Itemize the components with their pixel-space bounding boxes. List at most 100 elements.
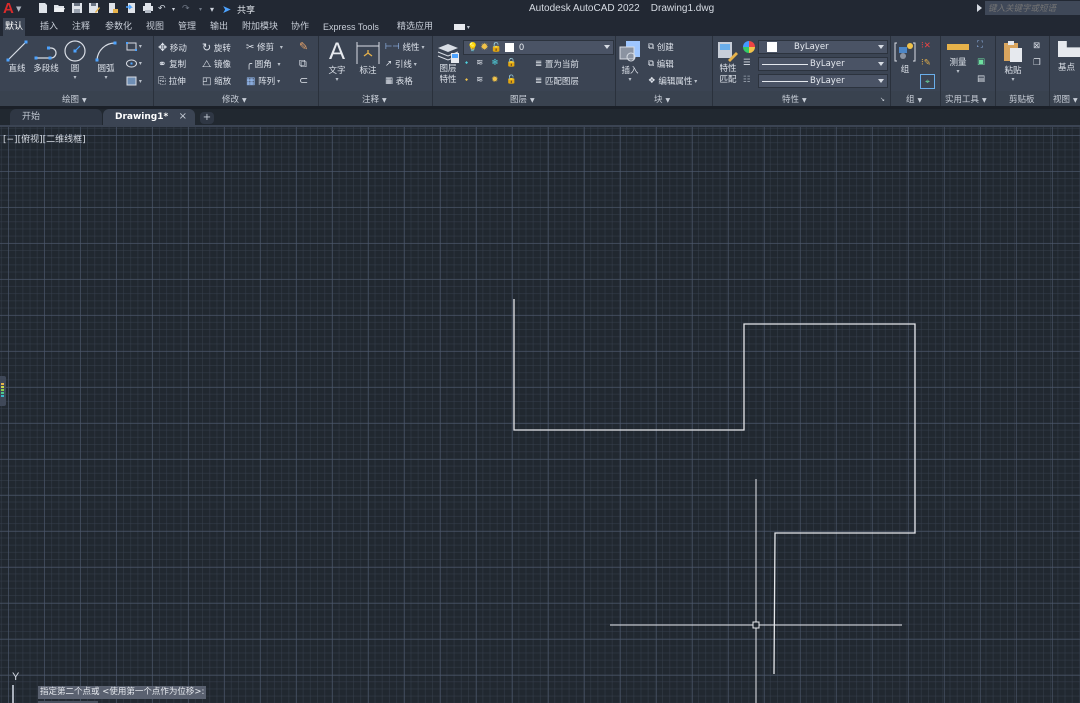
tab-default[interactable]: 默认 <box>3 18 26 36</box>
mirror-button[interactable]: ⧍ 镜像 <box>202 58 231 71</box>
explode-button[interactable]: ⧉ <box>299 57 307 71</box>
match-properties-button[interactable]: 特性 匹配 <box>715 40 741 86</box>
copy-clip-icon[interactable]: ❐ <box>1033 58 1041 68</box>
undo-dropdown-icon[interactable]: ▾ <box>172 1 175 17</box>
arc-dropdown-icon[interactable]: ▾ <box>104 74 107 81</box>
view-panel-label[interactable]: 视图 ▼ <box>1053 93 1078 105</box>
move-button[interactable]: ✥ 移动 <box>158 41 187 54</box>
base-view-button[interactable]: 基点 <box>1058 41 1080 73</box>
ungroup-icon[interactable]: ⁝✕ <box>921 41 931 51</box>
tab-express-tools[interactable]: Express Tools <box>321 18 381 36</box>
customize-quick-access-icon[interactable]: ▾ <box>210 1 214 17</box>
calculator-icon[interactable]: ▤ <box>977 74 985 84</box>
edit-attributes-button[interactable]: ❖ 编辑属性 ▾ <box>648 75 697 87</box>
tab-start[interactable]: 开始 <box>10 109 102 125</box>
line-button[interactable]: 直线 <box>5 40 29 74</box>
groups-panel-label[interactable]: 组 ▼ <box>906 93 922 105</box>
offset-button[interactable]: ⊂ <box>299 74 308 87</box>
color-dropdown[interactable]: ByLayer <box>758 40 888 54</box>
new-icon[interactable] <box>37 2 49 14</box>
text-button[interactable]: A 文字 ▾ <box>326 39 348 83</box>
layer-unisolate-icon[interactable]: ≋ <box>476 75 483 85</box>
cut-icon[interactable]: ⊠ <box>1033 41 1040 51</box>
select-all-icon[interactable]: ▣ <box>977 57 985 67</box>
circle-button[interactable]: 圆 ▾ <box>62 40 88 81</box>
search-expand-icon[interactable] <box>977 4 982 12</box>
layer-on-all-icon[interactable]: ⬩ <box>465 75 468 85</box>
group-selection-toggle[interactable]: ⌖ <box>920 74 935 89</box>
quick-select-icon[interactable]: ⛶ <box>977 40 983 50</box>
layer-properties-button[interactable]: 图层 特性 <box>436 40 460 86</box>
paste-button[interactable]: 粘贴 ▾ <box>1001 40 1025 83</box>
tab-addins[interactable]: 附加模块 <box>240 18 280 36</box>
make-current-button[interactable]: ≣ 置为当前 <box>535 58 579 70</box>
polyline-button[interactable]: 多段线 <box>31 40 61 74</box>
fillet-button[interactable]: ╭ 圆角 ▾ <box>246 58 280 71</box>
insert-dropdown-icon[interactable]: ▾ <box>628 76 631 83</box>
linear-dimension-button[interactable]: ⊢⊣ 线性 ▾ <box>385 41 424 53</box>
save-as-icon[interactable] <box>88 2 100 14</box>
arc-button[interactable]: 圆弧 ▾ <box>93 40 119 81</box>
linetype-dropdown[interactable]: ByLayer <box>758 57 888 71</box>
tab-featured-apps[interactable]: 精选应用 <box>395 18 435 36</box>
paste-dropdown-icon[interactable]: ▾ <box>1011 76 1014 83</box>
group-edit-icon[interactable]: ⁝✎ <box>921 58 931 68</box>
circle-dropdown-icon[interactable]: ▾ <box>73 74 76 81</box>
ellipse-button[interactable]: ▾ <box>126 59 142 68</box>
measure-dropdown-icon[interactable]: ▾ <box>956 68 959 75</box>
tab-drawing1[interactable]: Drawing1* × <box>103 109 195 125</box>
block-panel-label[interactable]: 块 ▼ <box>654 93 670 105</box>
layer-freeze-icon[interactable]: ❄ <box>491 58 498 68</box>
array-button[interactable]: ▦ 阵列 ▾ <box>246 75 280 88</box>
edit-block-button[interactable]: ⧉ 编辑 <box>648 58 674 70</box>
tab-manage[interactable]: 管理 <box>176 18 198 36</box>
group-button[interactable]: 组 <box>893 41 917 75</box>
leader-button[interactable]: ↗ 引线 ▾ <box>385 58 417 70</box>
hatch-button[interactable]: ▾ <box>126 76 142 86</box>
layer-thaw-all-icon[interactable]: ✹ <box>491 75 498 85</box>
new-tab-button[interactable]: + <box>200 112 214 124</box>
app-menu-caret-icon[interactable]: ▼ <box>16 0 21 18</box>
properties-panel-label[interactable]: 特性 ▼ <box>782 93 807 105</box>
tab-parametric[interactable]: 参数化 <box>103 18 134 36</box>
publish-icon[interactable] <box>125 2 137 14</box>
create-block-button[interactable]: ⧉ 创建 <box>648 41 674 53</box>
share-button[interactable]: 共享 <box>237 1 255 17</box>
insert-block-button[interactable]: 插入 ▾ <box>618 40 642 83</box>
utilities-panel-label[interactable]: 实用工具 ▼ <box>945 93 987 105</box>
rotate-button[interactable]: ↻ 旋转 <box>202 41 231 54</box>
modify-panel-label[interactable]: 修改 ▼ <box>222 93 247 105</box>
drawing-canvas[interactable]: [−][俯视][二维线框] Y 指定第二个点或 <使用第一个点作为位移>: <box>0 127 1080 703</box>
tab-collaborate[interactable]: 协作 <box>289 18 311 36</box>
scale-button[interactable]: ◰ 缩放 <box>202 75 231 88</box>
layer-unlock-all-icon[interactable]: 🔓 <box>506 75 517 85</box>
properties-dialog-launcher-icon[interactable]: ↘ <box>880 96 885 103</box>
redo-icon[interactable]: ↷ <box>182 1 190 17</box>
lineweight-dropdown[interactable]: ByLayer <box>758 74 888 88</box>
measure-button[interactable]: 测量 ▾ <box>945 44 971 75</box>
layer-lock-icon[interactable]: 🔒 <box>506 58 517 68</box>
copy-button[interactable]: ⚭ 复制 <box>158 58 186 71</box>
erase-button[interactable]: ✎ <box>299 40 308 53</box>
text-dropdown-icon[interactable]: ▾ <box>335 76 338 83</box>
help-search-input[interactable] <box>985 1 1080 15</box>
trim-button[interactable]: ✂ 修剪 ▾ <box>246 41 283 54</box>
tab-insert[interactable]: 插入 <box>38 18 60 36</box>
polyline-upper[interactable] <box>513 299 916 675</box>
tab-annotate[interactable]: 注释 <box>70 18 92 36</box>
tab-view[interactable]: 视图 <box>144 18 166 36</box>
clipboard-panel-label[interactable]: 剪贴板 <box>1009 93 1035 105</box>
print-icon[interactable] <box>142 2 154 14</box>
redo-dropdown-icon[interactable]: ▾ <box>199 1 202 17</box>
stretch-button[interactable]: ⎘ 拉伸 <box>158 75 186 88</box>
autocad-logo[interactable]: A <box>3 0 14 18</box>
table-button[interactable]: ▦ 表格 <box>385 75 413 87</box>
rectangle-button[interactable]: ▾ <box>126 42 142 51</box>
draw-panel-label[interactable]: 绘图 ▼ <box>62 93 87 105</box>
undo-icon[interactable]: ↶ <box>158 1 166 17</box>
layers-panel-label[interactable]: 图层 ▼ <box>510 93 535 105</box>
layer-isolate-icon[interactable]: ≋ <box>476 58 483 68</box>
dimension-button[interactable]: 标注 <box>355 41 381 76</box>
share-icon[interactable]: ➤ <box>222 1 231 17</box>
tab-output[interactable]: 输出 <box>208 18 230 36</box>
